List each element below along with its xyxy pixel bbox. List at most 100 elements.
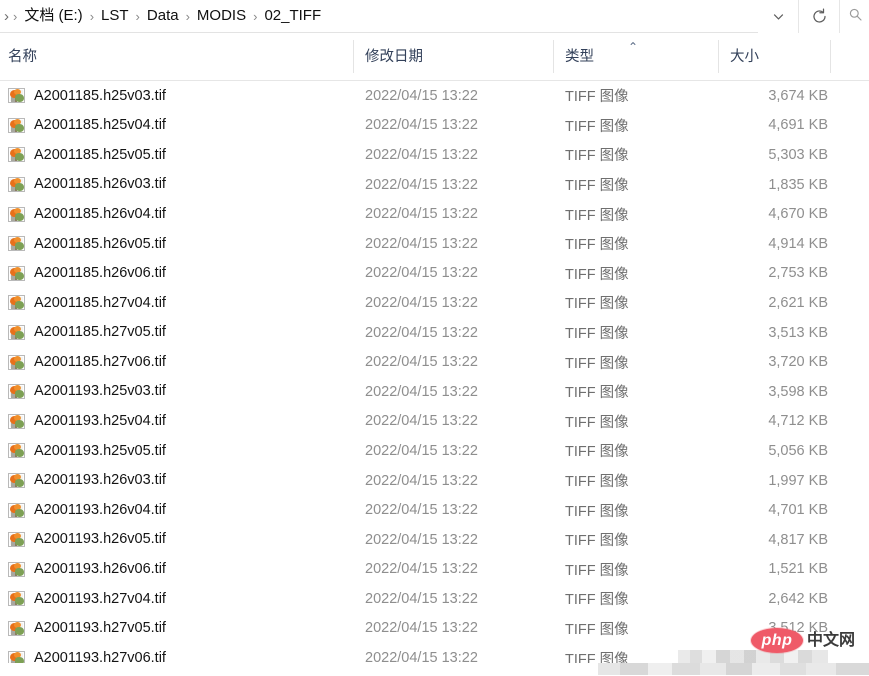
file-name-label: A2001193.h25v05.tif — [25, 444, 166, 459]
tiff-image-icon — [8, 562, 25, 577]
file-row[interactable]: A2001193.h27v06.tif2022/04/15 13:22TIFF … — [0, 643, 869, 673]
file-name-cell[interactable]: A2001185.h27v05.tif — [8, 318, 166, 348]
file-name-cell[interactable]: A2001185.h26v04.tif — [8, 199, 166, 229]
file-name-cell[interactable]: A2001193.h26v03.tif — [8, 466, 166, 496]
file-name-label: A2001193.h26v05.tif — [25, 532, 166, 547]
column-header-size[interactable]: 大小 — [730, 33, 759, 80]
file-date-modified-cell: 2022/04/15 13:22 — [365, 111, 478, 141]
file-date-modified-cell: 2022/04/15 13:22 — [365, 318, 478, 348]
file-row[interactable]: A2001185.h25v04.tif2022/04/15 13:22TIFF … — [0, 111, 869, 141]
file-name-cell[interactable]: A2001185.h26v03.tif — [8, 170, 166, 200]
breadcrumb-separator-icon[interactable]: › — [88, 10, 96, 23]
file-name-label: A2001185.h27v04.tif — [25, 296, 166, 311]
file-name-label: A2001185.h27v05.tif — [25, 325, 166, 340]
file-row[interactable]: A2001193.h27v04.tif2022/04/15 13:22TIFF … — [0, 584, 869, 614]
file-list[interactable]: A2001185.h25v03.tif2022/04/15 13:22TIFF … — [0, 81, 869, 676]
file-size-cell: 5,056 KB — [600, 436, 828, 466]
history-dropdown-button[interactable] — [758, 0, 798, 33]
file-row[interactable]: A2001193.h26v05.tif2022/04/15 13:22TIFF … — [0, 525, 869, 555]
file-size-cell: 3,674 KB — [600, 81, 828, 111]
file-name-cell[interactable]: A2001193.h25v05.tif — [8, 436, 166, 466]
file-row[interactable]: A2001185.h26v03.tif2022/04/15 13:22TIFF … — [0, 170, 869, 200]
breadcrumb[interactable]: › › 文档 (E:) › LST › Data › MODIS › 02_TI… — [0, 0, 758, 32]
file-name-cell[interactable]: A2001185.h27v04.tif — [8, 288, 166, 318]
file-row[interactable]: A2001185.h25v05.tif2022/04/15 13:22TIFF … — [0, 140, 869, 170]
file-row[interactable]: A2001193.h26v04.tif2022/04/15 13:22TIFF … — [0, 495, 869, 525]
file-row[interactable]: A2001185.h25v03.tif2022/04/15 13:22TIFF … — [0, 81, 869, 111]
file-name-cell[interactable]: A2001185.h25v03.tif — [8, 81, 166, 111]
tiff-image-icon — [8, 236, 25, 251]
file-row[interactable]: A2001185.h27v04.tif2022/04/15 13:22TIFF … — [0, 288, 869, 318]
search-box[interactable] — [839, 0, 869, 33]
breadcrumb-item-02-tiff[interactable]: 02_TIFF — [259, 6, 326, 27]
file-name-cell[interactable]: A2001193.h26v04.tif — [8, 495, 166, 525]
column-header-name[interactable]: 名称 — [8, 33, 37, 80]
file-name-cell[interactable]: A2001185.h25v05.tif — [8, 140, 166, 170]
file-row[interactable]: A2001193.h26v03.tif2022/04/15 13:22TIFF … — [0, 466, 869, 496]
column-header-type[interactable]: 类型 — [565, 33, 594, 80]
file-row[interactable]: A2001193.h26v06.tif2022/04/15 13:22TIFF … — [0, 555, 869, 585]
file-date-modified-cell: 2022/04/15 13:22 — [365, 81, 478, 111]
file-row[interactable]: A2001185.h27v05.tif2022/04/15 13:22TIFF … — [0, 318, 869, 348]
breadcrumb-item-documents[interactable]: 文档 (E:) — [19, 6, 87, 27]
file-name-cell[interactable]: A2001193.h27v06.tif — [8, 643, 166, 673]
tiff-image-icon — [8, 266, 25, 281]
file-size-cell: 2,642 KB — [600, 584, 828, 614]
sort-ascending-caret-icon: ⌃ — [628, 41, 638, 53]
file-name-cell[interactable]: A2001193.h26v05.tif — [8, 525, 166, 555]
refresh-icon — [811, 8, 828, 25]
file-size-cell: 5,303 KB — [600, 140, 828, 170]
column-divider[interactable] — [830, 40, 831, 73]
breadcrumb-separator-icon: › — [11, 10, 19, 23]
tiff-image-icon — [8, 295, 25, 310]
breadcrumb-separator-icon[interactable]: › — [184, 10, 192, 23]
file-name-cell[interactable]: A2001193.h27v05.tif — [8, 614, 166, 644]
file-size-cell: 4,691 KB — [600, 111, 828, 141]
tiff-image-icon — [8, 621, 25, 636]
breadcrumb-item-modis[interactable]: MODIS — [192, 6, 251, 27]
file-name-cell[interactable]: A2001193.h25v03.tif — [8, 377, 166, 407]
file-name-label: A2001193.h26v06.tif — [25, 562, 166, 577]
column-header-row: 名称 修改日期 类型 大小 ⌃ — [0, 33, 869, 81]
file-name-cell[interactable]: A2001185.h27v06.tif — [8, 347, 166, 377]
file-name-cell[interactable]: A2001185.h26v05.tif — [8, 229, 166, 259]
column-divider[interactable] — [553, 40, 554, 73]
column-header-date-modified[interactable]: 修改日期 — [365, 33, 423, 80]
column-header-size-label: 大小 — [730, 48, 759, 65]
column-header-date-modified-label: 修改日期 — [365, 48, 423, 65]
tiff-image-icon — [8, 503, 25, 518]
file-name-cell[interactable]: A2001185.h26v06.tif — [8, 259, 166, 289]
file-date-modified-cell: 2022/04/15 13:22 — [365, 407, 478, 437]
breadcrumb-separator-icon[interactable]: › — [251, 10, 259, 23]
file-name-cell[interactable]: A2001185.h25v04.tif — [8, 111, 166, 141]
file-date-modified-cell: 2022/04/15 13:22 — [365, 584, 478, 614]
censored-size-value — [678, 650, 828, 667]
tiff-image-icon — [8, 591, 25, 606]
breadcrumb-item-lst[interactable]: LST — [96, 6, 134, 27]
file-name-label: A2001193.h25v03.tif — [25, 384, 166, 399]
file-row[interactable]: A2001185.h26v04.tif2022/04/15 13:22TIFF … — [0, 199, 869, 229]
file-name-cell[interactable]: A2001193.h27v04.tif — [8, 584, 166, 614]
file-row[interactable]: A2001193.h25v04.tif2022/04/15 13:22TIFF … — [0, 407, 869, 437]
column-divider[interactable] — [718, 40, 719, 73]
file-row[interactable]: A2001193.h25v05.tif2022/04/15 13:22TIFF … — [0, 436, 869, 466]
address-bar-controls — [758, 0, 869, 33]
breadcrumb-overflow-icon[interactable]: › — [2, 9, 11, 24]
file-date-modified-cell: 2022/04/15 13:22 — [365, 525, 478, 555]
breadcrumb-separator-icon[interactable]: › — [134, 10, 142, 23]
file-row[interactable]: A2001185.h26v06.tif2022/04/15 13:22TIFF … — [0, 259, 869, 289]
file-name-cell[interactable]: A2001193.h25v04.tif — [8, 407, 166, 437]
file-row[interactable]: A2001193.h25v03.tif2022/04/15 13:22TIFF … — [0, 377, 869, 407]
file-row[interactable]: A2001185.h27v06.tif2022/04/15 13:22TIFF … — [0, 347, 869, 377]
file-name-label: A2001185.h25v05.tif — [25, 148, 166, 163]
file-size-cell — [600, 643, 828, 673]
refresh-button[interactable] — [798, 0, 839, 33]
file-name-label: A2001193.h27v06.tif — [25, 651, 166, 666]
breadcrumb-item-data[interactable]: Data — [142, 6, 184, 27]
column-divider[interactable] — [353, 40, 354, 73]
file-name-cell[interactable]: A2001193.h26v06.tif — [8, 555, 166, 585]
file-date-modified-cell: 2022/04/15 13:22 — [365, 140, 478, 170]
address-bar[interactable]: › › 文档 (E:) › LST › Data › MODIS › 02_TI… — [0, 0, 869, 33]
file-row[interactable]: A2001185.h26v05.tif2022/04/15 13:22TIFF … — [0, 229, 869, 259]
file-row[interactable]: A2001193.h27v05.tif2022/04/15 13:22TIFF … — [0, 614, 869, 644]
